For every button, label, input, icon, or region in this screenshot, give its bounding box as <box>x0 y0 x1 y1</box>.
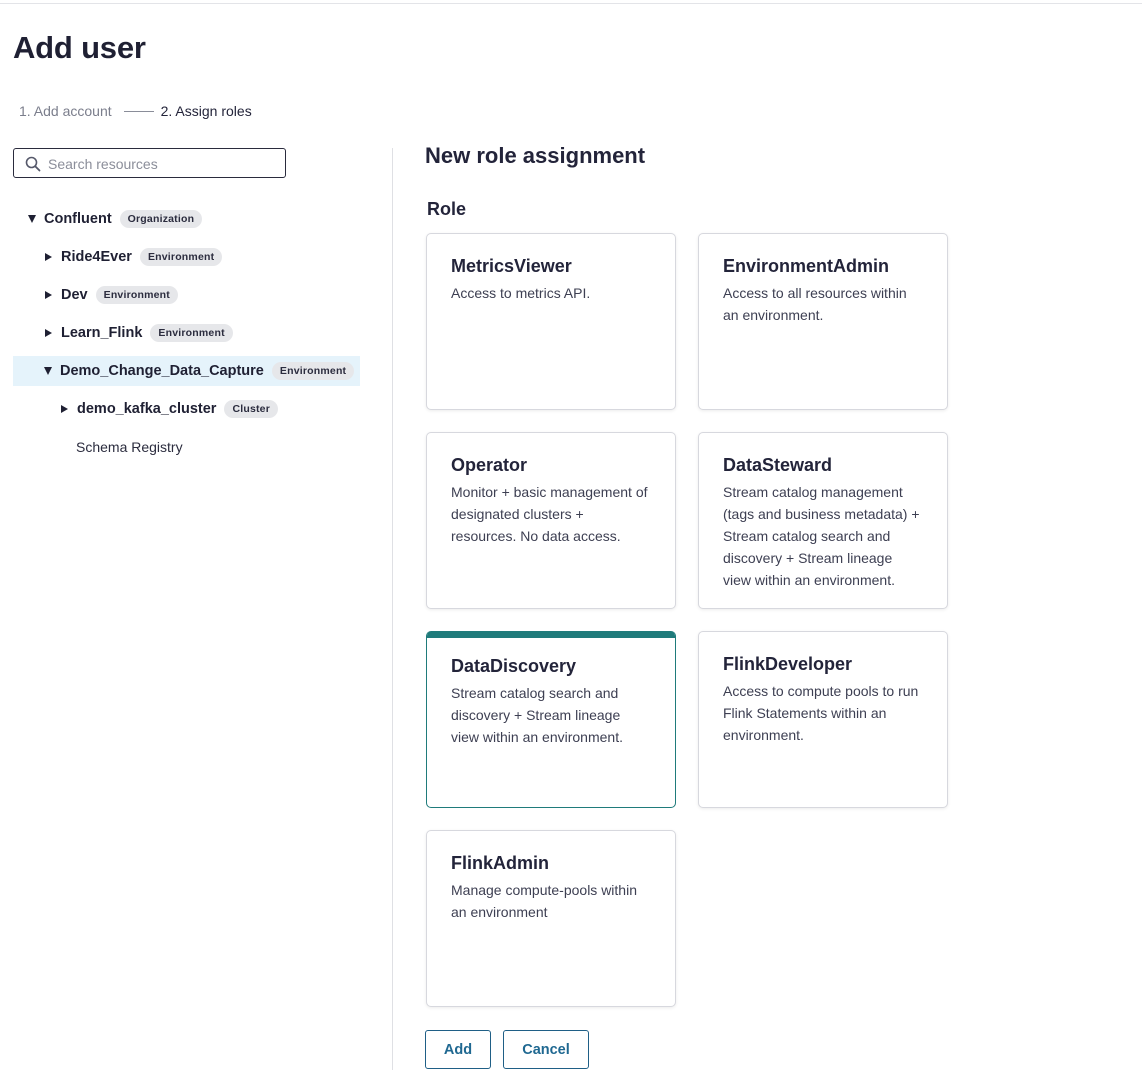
tree-item-label: Dev <box>61 287 88 303</box>
search-icon <box>25 156 41 172</box>
caret-right-icon[interactable] <box>61 405 68 413</box>
tree-item-label: demo_kafka_cluster <box>77 401 217 417</box>
tree-item-label: Demo_Change_Data_Capture <box>60 363 264 379</box>
section-title: New role assignment <box>425 143 646 168</box>
role-name: Operator <box>451 455 528 475</box>
caret-down-icon[interactable] <box>28 215 36 223</box>
type-badge: Environment <box>95 286 178 304</box>
type-badge: Organization <box>119 210 203 228</box>
step-assign-roles: 2. Assign roles <box>160 103 252 119</box>
role-description: Access to all resources within an enviro… <box>723 285 907 323</box>
caret-right-icon[interactable] <box>45 253 52 261</box>
step-connector <box>123 110 154 112</box>
role-name: MetricsViewer <box>451 256 572 276</box>
cancel-button[interactable]: Cancel <box>503 1030 589 1069</box>
role-card-flinkadmin[interactable]: FlinkAdmin Manage compute-pools within a… <box>426 830 676 1007</box>
role-name: FlinkDeveloper <box>723 654 853 674</box>
tree-item-ride4ever[interactable]: Ride4Ever Environment <box>45 242 223 272</box>
tree-item-label: Schema Registry <box>76 439 183 455</box>
role-description: Stream catalog management (tags and busi… <box>723 484 920 588</box>
tree-item-label: Learn_Flink <box>61 325 143 341</box>
role-description: Monitor + basic management of designated… <box>451 484 648 544</box>
caret-down-icon[interactable] <box>44 367 52 375</box>
role-name: DataSteward <box>723 455 833 475</box>
caret-right-icon[interactable] <box>45 291 52 299</box>
type-badge: Environment <box>139 248 223 266</box>
page-title: Add user <box>13 30 146 65</box>
type-badge: Environment <box>150 324 233 342</box>
role-card-operator[interactable]: Operator Monitor + basic management of d… <box>426 432 676 609</box>
tree-item-schema-registry[interactable]: Schema Registry <box>76 432 183 462</box>
role-card-environmentadmin[interactable]: EnvironmentAdmin Access to all resources… <box>698 233 948 410</box>
role-name: DataDiscovery <box>451 656 577 676</box>
type-badge: Environment <box>271 362 355 380</box>
search-input[interactable] <box>48 154 278 174</box>
tree-item-label: Ride4Ever <box>61 249 132 265</box>
role-card-metricsviewer[interactable]: MetricsViewer Access to metrics API. <box>426 233 676 410</box>
role-description: Access to metrics API. <box>451 285 591 301</box>
tree-item-label: Confluent <box>44 211 112 227</box>
type-badge: Cluster <box>224 400 279 418</box>
role-card-datasteward[interactable]: DataSteward Stream catalog management (t… <box>698 432 948 609</box>
tree-item-learn-flink[interactable]: Learn_Flink Environment <box>45 318 233 348</box>
caret-right-icon[interactable] <box>45 329 52 337</box>
role-description: Stream catalog search and discovery + St… <box>451 685 623 745</box>
top-border <box>0 3 1142 4</box>
role-description: Access to compute pools to run Flink Sta… <box>723 683 919 743</box>
tree-item-demo-kafka-cluster[interactable]: demo_kafka_cluster Cluster <box>61 394 279 424</box>
tree-item-demo-change-data-capture[interactable]: Demo_Change_Data_Capture Environment <box>44 356 355 386</box>
search-box[interactable] <box>13 148 286 178</box>
tree-item-confluent[interactable]: Confluent Organization <box>28 204 203 234</box>
role-card-flinkdeveloper[interactable]: FlinkDeveloper Access to compute pools t… <box>698 631 948 808</box>
role-card-datadiscovery[interactable]: DataDiscovery Stream catalog search and … <box>426 631 676 808</box>
role-description: Manage compute-pools within an environme… <box>451 882 637 920</box>
tree-item-dev[interactable]: Dev Environment <box>45 280 178 310</box>
add-button[interactable]: Add <box>425 1030 491 1069</box>
role-name: FlinkAdmin <box>451 853 549 873</box>
stepper: 1. Add account 2. Assign roles <box>19 103 252 119</box>
role-heading: Role <box>427 199 467 219</box>
panel-divider <box>392 148 393 1070</box>
role-name: EnvironmentAdmin <box>723 256 890 276</box>
step-add-account[interactable]: 1. Add account <box>19 103 112 119</box>
